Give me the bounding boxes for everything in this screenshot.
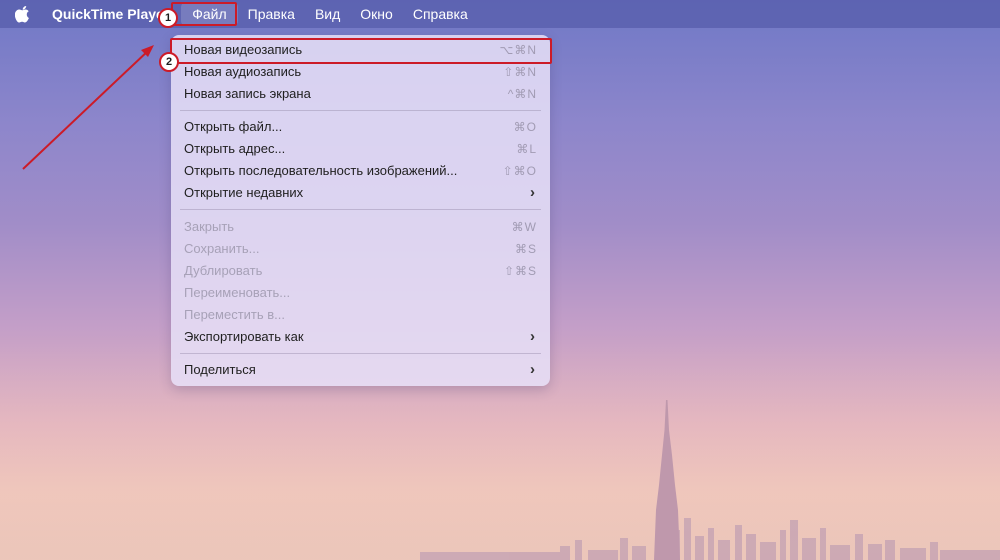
menu-separator [180, 110, 541, 111]
menu-window[interactable]: Окно [350, 0, 403, 28]
app-menu-quicktime[interactable]: QuickTime Player [52, 6, 169, 22]
menu-item-shortcut: ⌘W [511, 220, 537, 234]
menu-item-label: Открыть последовательность изображений..… [184, 163, 458, 178]
menu-item-label: Экспортировать как [184, 329, 304, 344]
menu-item-label: Закрыть [184, 219, 235, 234]
menu-bar: QuickTime Player Файл Правка Вид Окно Сп… [0, 0, 1000, 28]
menu-item-shortcut: ^⌘N [507, 87, 537, 101]
apple-icon [15, 6, 29, 23]
menu-item-shortcut: ⇧⌘N [503, 65, 537, 79]
menu-item-shortcut: ⌘S [514, 242, 537, 256]
menu-separator [180, 353, 541, 354]
step-badge-1: 1 [158, 8, 178, 28]
menu-item-label: Переименовать... [184, 285, 291, 300]
menu-item-label: Новая аудиозапись [184, 64, 302, 79]
menu-item-new-screen-recording[interactable]: Новая запись экрана ^⌘N [184, 83, 537, 105]
menu-item-shortcut: ⌘L [516, 142, 537, 156]
menu-item-label: Открыть файл... [184, 119, 283, 134]
menu-item-close: Закрыть ⌘W [184, 216, 537, 238]
menu-item-new-audio-recording[interactable]: Новая аудиозапись ⇧⌘N [184, 61, 537, 83]
menu-item-duplicate: Дублировать ⇧⌘S [184, 260, 537, 282]
chevron-right-icon: › [530, 361, 535, 378]
menu-item-label: Сохранить... [184, 241, 260, 256]
menu-item-rename: Переименовать... [184, 282, 537, 304]
apple-menu[interactable] [10, 5, 36, 23]
menu-item-label: Открытие недавних [184, 185, 304, 200]
menu-item-label: Поделиться [184, 362, 256, 377]
menu-item-export-as[interactable]: Экспортировать как › [184, 326, 537, 348]
menu-view[interactable]: Вид [305, 0, 350, 28]
menu-edit[interactable]: Правка [238, 0, 305, 28]
menu-item-move-to: Переместить в... [184, 304, 537, 326]
chevron-right-icon: › [530, 328, 535, 345]
menu-item-open-file[interactable]: Открыть файл... ⌘O [184, 116, 537, 138]
menu-help[interactable]: Справка [403, 0, 478, 28]
menu-item-label: Дублировать [184, 263, 263, 278]
menu-item-share[interactable]: Поделиться › [184, 359, 537, 381]
menu-separator [180, 209, 541, 210]
city-skyline [420, 400, 1000, 560]
highlight-box-new-video-recording [170, 38, 552, 64]
menu-item-label: Открыть адрес... [184, 141, 286, 156]
menu-item-label: Новая запись экрана [184, 86, 311, 101]
menu-item-shortcut: ⌘O [513, 120, 537, 134]
menu-item-save: Сохранить... ⌘S [184, 238, 537, 260]
file-dropdown-menu: Новая видеозапись ⌥⌘N Новая аудиозапись … [171, 35, 550, 386]
menu-item-shortcut: ⇧⌘S [503, 264, 537, 278]
menu-item-open-location[interactable]: Открыть адрес... ⌘L [184, 138, 537, 160]
menu-item-open-recent[interactable]: Открытие недавних › [184, 182, 537, 204]
menu-item-label: Переместить в... [184, 307, 285, 322]
menu-item-shortcut: ⇧⌘O [502, 164, 537, 178]
menu-item-open-image-sequence[interactable]: Открыть последовательность изображений..… [184, 160, 537, 182]
chevron-right-icon: › [530, 184, 535, 201]
highlight-box-file-menu [171, 2, 237, 26]
step-badge-2: 2 [159, 52, 179, 72]
